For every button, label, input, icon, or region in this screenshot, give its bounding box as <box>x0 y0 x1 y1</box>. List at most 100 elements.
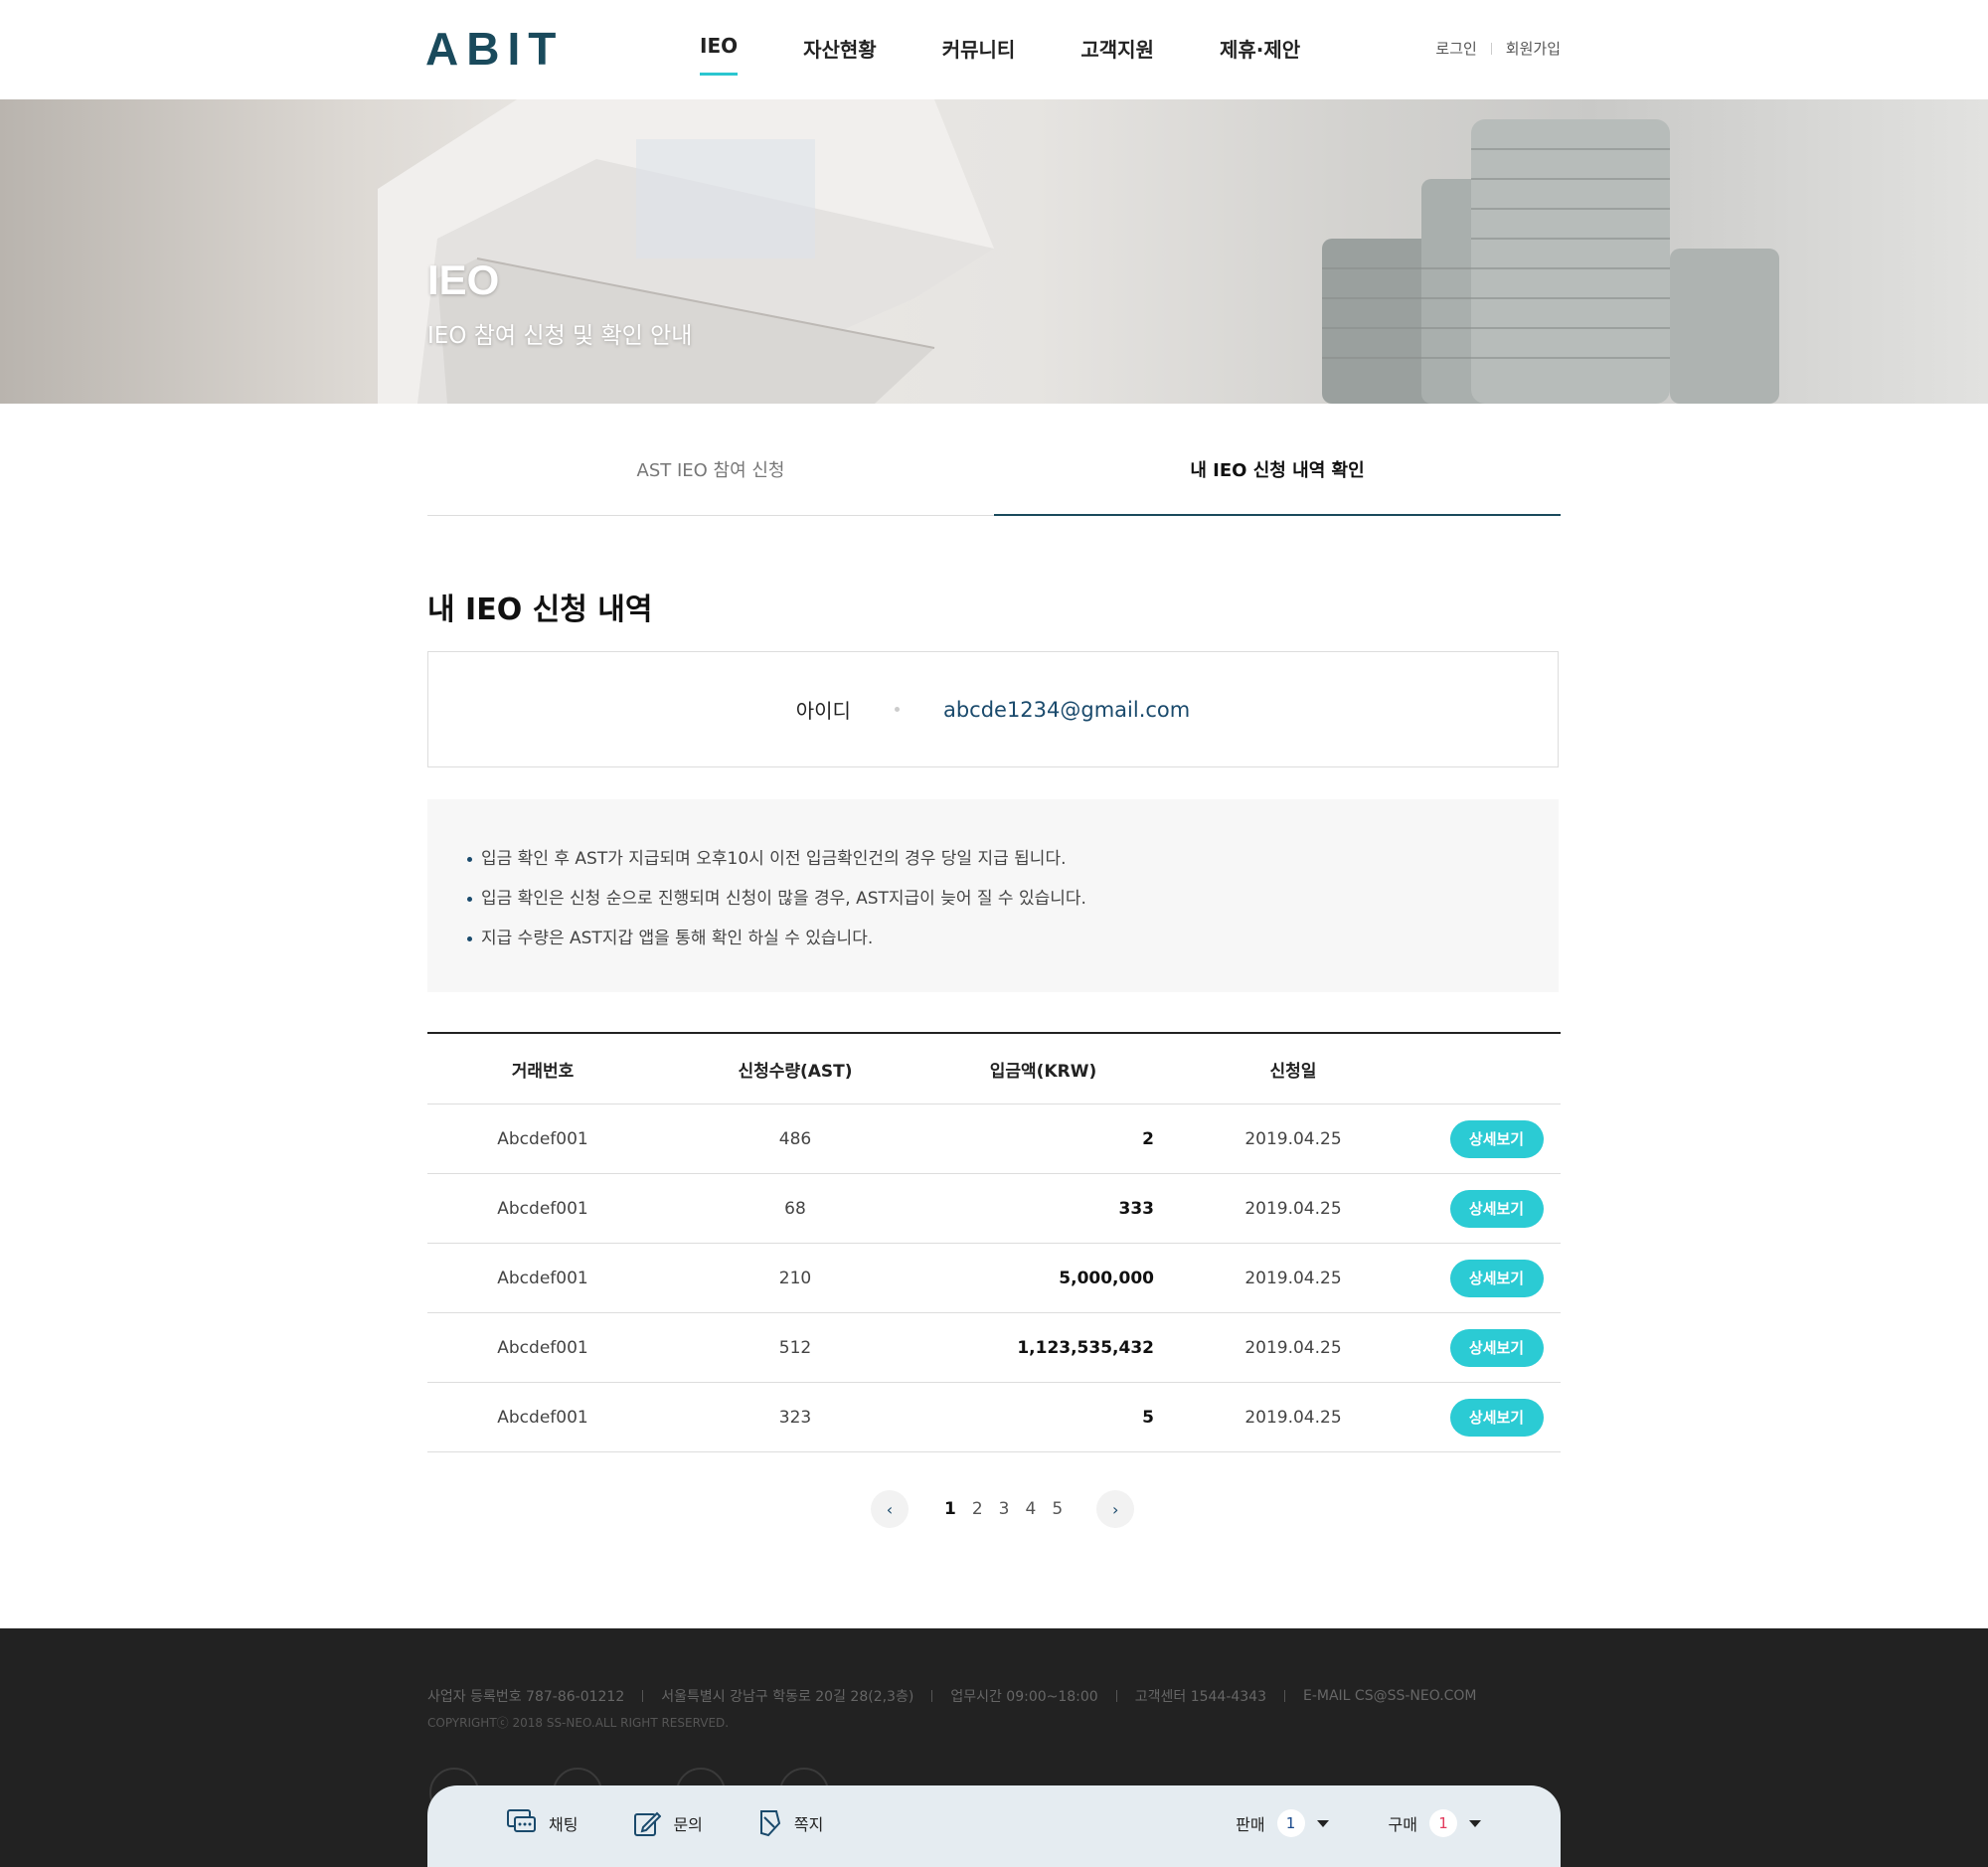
trade-no-cell: Abcdef001 <box>497 1268 588 1288</box>
pagination: ‹ 1 2 3 4 5 › <box>871 1489 1135 1529</box>
page-2[interactable]: 2 <box>972 1499 983 1519</box>
user-id-box: 아이디 abcde1234@gmail.com <box>427 651 1559 767</box>
company-email: E-MAIL CS@SS-NEO.COM <box>1303 1688 1477 1704</box>
ieo-tabs: AST IEO 참여 신청 내 IEO 신청 내역 확인 <box>427 437 1561 516</box>
memo-icon <box>759 1810 781 1837</box>
action-cell: 상세보기 <box>1432 1328 1561 1367</box>
main-nav: IEO 자산현황 커뮤니티 고객지원 제휴·제안 <box>700 30 1366 76</box>
customer-center: 고객센터 1544-4343 <box>1134 1689 1266 1705</box>
trade-no-cell: Abcdef001 <box>497 1128 588 1149</box>
tab-history[interactable]: 내 IEO 신청 내역 확인 <box>994 437 1561 516</box>
business-hours: 업무시간 09:00~18:00 <box>950 1689 1098 1705</box>
table-row: Abcdef001 323 5 2019.04.25 상세보기 <box>427 1383 1561 1452</box>
chat-icon <box>507 1809 536 1832</box>
hero-subtitle: IEO 참여 신청 및 확인 안내 <box>427 323 693 349</box>
detail-button[interactable]: 상세보기 <box>1449 1259 1544 1297</box>
buy-dropdown[interactable]: 구매 1 <box>1389 1809 1481 1837</box>
nav-assets[interactable]: 자산현황 <box>803 30 877 70</box>
page-3[interactable]: 3 <box>999 1499 1010 1519</box>
amount-cell: 5,000,000 <box>1059 1268 1154 1288</box>
business-number: 사업자 등록번호 787-86-01212 <box>427 1689 625 1705</box>
company-info: 사업자 등록번호 787-86-01212 서울특별시 강남구 학동로 20길 … <box>427 1686 1477 1706</box>
floating-action-bar: 채팅 문의 쪽지 판매 1 구매 1 <box>427 1785 1561 1867</box>
ieo-history-table: 거래번호 신청수량(AST) 입금액(KRW) 신청일 Abcdef001 48… <box>427 1032 1561 1452</box>
floatbar-right: 판매 1 구매 1 <box>1176 1809 1481 1837</box>
id-value: abcde1234@gmail.com <box>942 697 1191 722</box>
sell-count-badge: 1 <box>1276 1809 1305 1837</box>
nav-partnership[interactable]: 제휴·제안 <box>1220 30 1300 70</box>
qty-cell: 323 <box>778 1407 812 1428</box>
nav-ieo[interactable]: IEO <box>700 30 739 76</box>
page-title: 내 IEO 신청 내역 <box>427 593 653 627</box>
detail-button[interactable]: 상세보기 <box>1449 1328 1544 1367</box>
header-date: 신청일 <box>1269 1061 1317 1082</box>
trade-no-cell: Abcdef001 <box>497 1407 588 1428</box>
nav-support[interactable]: 고객지원 <box>1080 30 1154 70</box>
caret-down-icon <box>1469 1819 1481 1827</box>
util-links: 로그인 회원가입 <box>1435 38 1561 59</box>
page-5[interactable]: 5 <box>1052 1499 1063 1519</box>
nav-community[interactable]: 커뮤니티 <box>942 30 1016 70</box>
qty-cell: 486 <box>778 1128 812 1149</box>
date-cell: 2019.04.25 <box>1244 1268 1342 1288</box>
buy-label: 구매 <box>1388 1815 1417 1834</box>
hero-title: IEO <box>427 256 500 303</box>
chat-label: 채팅 <box>549 1815 579 1834</box>
header-amount: 입금액(KRW) <box>989 1061 1097 1082</box>
prev-page-button[interactable]: ‹ <box>871 1490 909 1528</box>
qty-cell: 68 <box>784 1198 806 1219</box>
page-1[interactable]: 1 <box>944 1499 956 1519</box>
amount-cell: 333 <box>1118 1198 1155 1219</box>
trade-no-cell: Abcdef001 <box>497 1198 588 1219</box>
page-numbers: 1 2 3 4 5 <box>936 1499 1071 1519</box>
memo-button[interactable]: 쪽지 <box>758 1809 823 1837</box>
book-image <box>378 99 994 404</box>
sell-dropdown[interactable]: 판매 1 <box>1236 1809 1329 1837</box>
date-cell: 2019.04.25 <box>1244 1128 1342 1149</box>
notice-box: 입금 확인 후 AST가 지급되며 오후10시 이전 입금확인건의 경우 당일 … <box>427 799 1559 992</box>
inquiry-button[interactable]: 문의 <box>633 1809 703 1837</box>
notice-item: 입금 확인은 신청 순으로 진행되며 신청이 많을 경우, AST지급이 늦어 … <box>467 879 1519 919</box>
tab-apply[interactable]: AST IEO 참여 신청 <box>427 437 994 515</box>
detail-button[interactable]: 상세보기 <box>1449 1119 1544 1158</box>
table-row: Abcdef001 68 333 2019.04.25 상세보기 <box>427 1174 1561 1244</box>
date-cell: 2019.04.25 <box>1244 1407 1342 1428</box>
site-header: ABIT IEO 자산현황 커뮤니티 고객지원 제휴·제안 로그인 회원가입 <box>0 0 1988 99</box>
signup-link[interactable]: 회원가입 <box>1506 38 1561 59</box>
hero-banner: IEO IEO 참여 신청 및 확인 안내 <box>0 99 1988 404</box>
action-cell: 상세보기 <box>1432 1119 1561 1158</box>
table-row: Abcdef001 512 1,123,535,432 2019.04.25 상… <box>427 1313 1561 1383</box>
detail-button[interactable]: 상세보기 <box>1449 1189 1544 1228</box>
footer-divider <box>642 1690 644 1702</box>
qty-cell: 512 <box>778 1337 812 1358</box>
abit-logo[interactable]: ABIT <box>425 26 564 72</box>
action-cell: 상세보기 <box>1432 1189 1561 1228</box>
amount-cell: 1,123,535,432 <box>1017 1337 1154 1358</box>
id-divider-dot <box>894 707 900 712</box>
inquiry-label: 문의 <box>673 1815 703 1834</box>
qty-cell: 210 <box>778 1268 812 1288</box>
caret-down-icon <box>1316 1819 1329 1827</box>
date-cell: 2019.04.25 <box>1244 1198 1342 1219</box>
footer-divider <box>1284 1690 1285 1702</box>
header-trade-no: 거래번호 <box>511 1061 575 1082</box>
action-cell: 상세보기 <box>1432 1398 1561 1437</box>
trade-no-cell: Abcdef001 <box>497 1337 588 1358</box>
buy-count-badge: 1 <box>1429 1809 1457 1837</box>
copyright: COPYRIGHTⓒ 2018 SS-NEO.ALL RIGHT RESERVE… <box>427 1716 730 1730</box>
amount-cell: 2 <box>1142 1128 1154 1149</box>
table-row: Abcdef001 210 5,000,000 2019.04.25 상세보기 <box>427 1244 1561 1313</box>
notice-item: 지급 수량은 AST지갑 앱을 통해 확인 하실 수 있습니다. <box>467 919 1519 958</box>
login-link[interactable]: 로그인 <box>1435 38 1476 59</box>
edit-icon <box>634 1811 662 1836</box>
detail-button[interactable]: 상세보기 <box>1449 1398 1544 1437</box>
header-qty: 신청수량(AST) <box>738 1061 853 1082</box>
action-cell: 상세보기 <box>1432 1259 1561 1297</box>
floatbar-left: 채팅 문의 쪽지 <box>507 1809 879 1837</box>
memo-label: 쪽지 <box>793 1815 824 1834</box>
page-4[interactable]: 4 <box>1026 1499 1037 1519</box>
date-cell: 2019.04.25 <box>1244 1337 1342 1358</box>
amount-cell: 5 <box>1142 1407 1154 1428</box>
chat-button[interactable]: 채팅 <box>507 1809 578 1837</box>
next-page-button[interactable]: › <box>1096 1490 1135 1528</box>
